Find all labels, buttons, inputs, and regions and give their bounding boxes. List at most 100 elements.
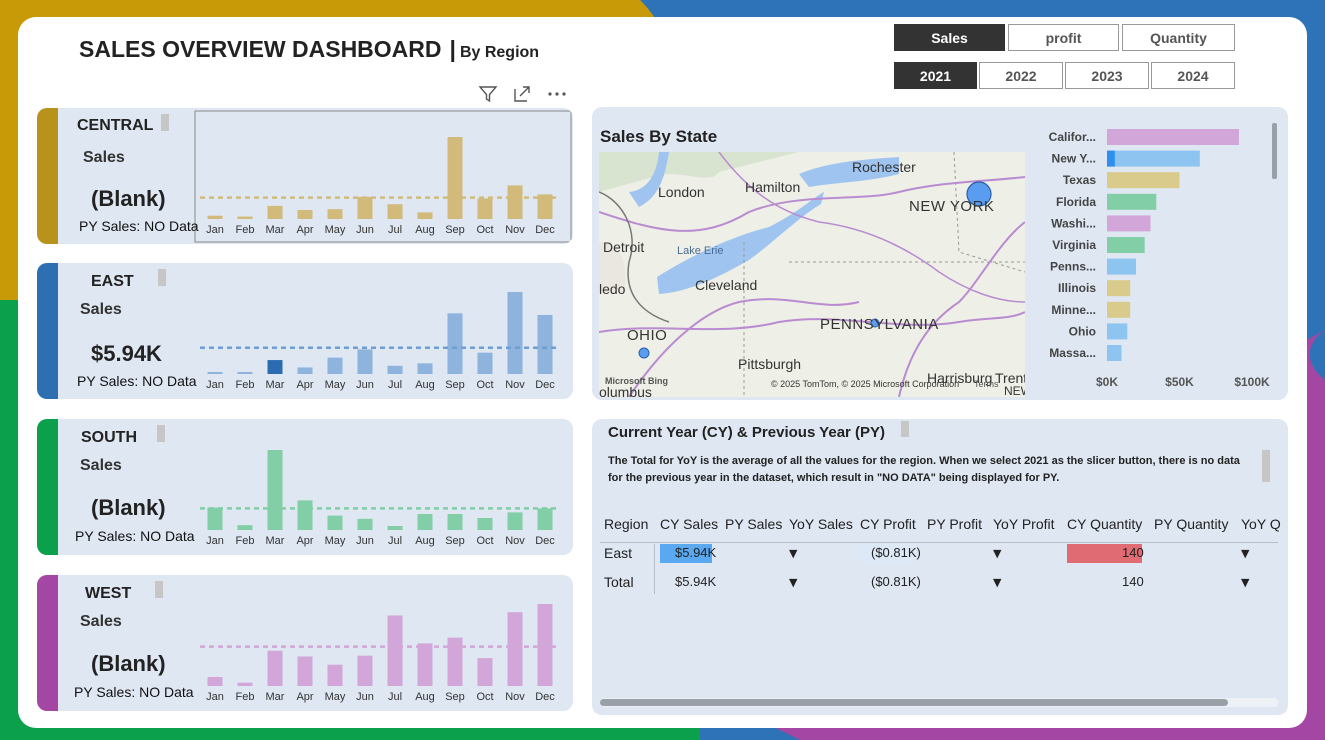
state-bar[interactable] — [1107, 345, 1122, 361]
slicer-button-2022[interactable]: 2022 — [979, 62, 1063, 89]
region-name: EAST — [91, 273, 134, 290]
bar-sep[interactable] — [447, 137, 463, 219]
header-cy-quantity[interactable]: CY Quantity — [1067, 516, 1142, 532]
table-horizontal-scrollbar-thumb[interactable] — [600, 699, 1228, 706]
bar-apr[interactable] — [297, 656, 313, 686]
bar-jun[interactable] — [357, 196, 373, 219]
bar-apr[interactable] — [297, 367, 313, 374]
state-bar[interactable] — [1107, 280, 1131, 297]
bar-feb[interactable] — [237, 525, 253, 530]
bar-jun[interactable] — [357, 518, 373, 530]
chart-scrollbar[interactable] — [1272, 123, 1277, 179]
bar-apr[interactable] — [297, 209, 313, 219]
bar-aug[interactable] — [417, 514, 433, 530]
bar-sep[interactable] — [447, 514, 463, 530]
region-card-south[interactable]: Jan Feb Mar Apr May Jun Jul Aug Sep Oct Nov Dec SOUT… — [37, 419, 573, 555]
region-color-stripe — [37, 575, 58, 711]
bar-aug[interactable] — [417, 212, 433, 219]
header-region[interactable]: Region — [604, 516, 648, 532]
slicer-button-sales[interactable]: Sales — [894, 24, 1005, 51]
title-subtitle: By Region — [459, 44, 540, 61]
bar-dec[interactable] — [537, 314, 553, 374]
bar-mar[interactable] — [267, 360, 283, 374]
bar-mar[interactable] — [267, 450, 283, 530]
slicer-button-quantity[interactable]: Quantity — [1122, 24, 1235, 51]
bar-jul[interactable] — [387, 526, 403, 530]
bar-nov[interactable] — [507, 612, 523, 686]
state-label: Washi... — [1051, 216, 1096, 230]
bar-jan[interactable] — [207, 215, 223, 219]
month-label: Oct — [476, 224, 493, 236]
slicer-button-2023[interactable]: 2023 — [1065, 62, 1149, 89]
bar-oct[interactable] — [477, 352, 493, 374]
bar-may[interactable] — [327, 664, 343, 686]
row-east-region[interactable]: East — [604, 545, 632, 561]
map-label-hamilton: Hamilton — [745, 179, 801, 195]
state-bar[interactable] — [1107, 215, 1151, 232]
bar-jul[interactable] — [387, 615, 403, 686]
row-total-region: Total — [604, 574, 634, 590]
region-card-central[interactable]: Jan Feb Mar Apr May Jun Jul Aug Sep Oct Nov Dec CENT… — [37, 108, 573, 244]
region-card-west[interactable]: Jan Feb Mar Apr May Jun Jul Aug Sep Oct Nov Dec WEST… — [37, 575, 573, 711]
bar-nov[interactable] — [507, 512, 523, 530]
bar-aug[interactable] — [417, 363, 433, 374]
filter-icon[interactable] — [478, 84, 498, 109]
header-cy-profit[interactable]: CY Profit — [860, 516, 916, 532]
bar-mar[interactable] — [267, 205, 283, 219]
bar-nov[interactable] — [507, 292, 523, 374]
row-east-cy-quantity[interactable]: 140 — [1122, 545, 1144, 560]
region-measure-label: Sales — [83, 149, 125, 166]
bar-oct[interactable] — [477, 658, 493, 686]
state-bar[interactable] — [1107, 150, 1200, 167]
bar-jun[interactable] — [357, 655, 373, 686]
sales-map[interactable]: Rochester London Hamilton NEW YORK Detro… — [599, 152, 1025, 397]
bar-mar[interactable] — [267, 650, 283, 686]
region-card-east[interactable]: Jan Feb Mar Apr May Jun Jul Aug Sep Oct Nov Dec EAST… — [37, 263, 573, 399]
state-bar[interactable] — [1107, 129, 1239, 145]
bar-aug[interactable] — [417, 643, 433, 686]
bar-nov[interactable] — [507, 185, 523, 219]
state-bar[interactable] — [1107, 193, 1157, 210]
bar-jul[interactable] — [387, 365, 403, 374]
bar-may[interactable] — [327, 515, 343, 530]
bar-sep[interactable] — [447, 637, 463, 686]
bar-jan[interactable] — [207, 507, 223, 530]
slicer-button-2021[interactable]: 2021 — [894, 62, 977, 89]
header-yoy-profit[interactable]: YoY Profit — [993, 516, 1055, 532]
header-yoy-quantity[interactable]: YoY Q — [1241, 516, 1281, 532]
bar-jun[interactable] — [357, 349, 373, 374]
bar-may[interactable] — [327, 357, 343, 374]
more-options-icon[interactable] — [546, 84, 568, 109]
header-py-profit[interactable]: PY Profit — [927, 516, 982, 532]
bar-oct[interactable] — [477, 198, 493, 220]
title-separator: | — [449, 36, 456, 62]
bar-feb[interactable] — [237, 372, 253, 374]
bar-jan[interactable] — [207, 372, 223, 374]
bar-jan[interactable] — [207, 676, 223, 686]
bar-feb[interactable] — [237, 216, 253, 219]
map-terms-link[interactable]: Terms — [974, 379, 999, 389]
state-bar[interactable] — [1107, 258, 1136, 275]
state-bar[interactable] — [1107, 301, 1131, 318]
bar-jul[interactable] — [387, 204, 403, 219]
state-bar[interactable] — [1107, 172, 1180, 189]
state-bar[interactable] — [1107, 237, 1145, 253]
header-py-quantity[interactable]: PY Quantity — [1154, 516, 1228, 532]
bar-oct[interactable] — [477, 518, 493, 530]
row-east-cy-sales[interactable]: $5.94K — [675, 545, 716, 560]
state-bar[interactable] — [1107, 323, 1128, 340]
focus-mode-icon[interactable] — [512, 84, 532, 109]
bar-sep[interactable] — [447, 313, 463, 374]
bar-dec[interactable] — [537, 604, 553, 686]
header-cy-sales[interactable]: CY Sales — [660, 516, 718, 532]
bar-apr[interactable] — [297, 500, 313, 530]
slicer-button-profit[interactable]: profit — [1008, 24, 1119, 51]
bar-feb[interactable] — [237, 682, 253, 686]
bar-may[interactable] — [327, 209, 343, 219]
slicer-button-2024[interactable]: 2024 — [1151, 62, 1235, 89]
header-py-sales[interactable]: PY Sales — [725, 516, 782, 532]
header-yoy-sales[interactable]: YoY Sales — [789, 516, 853, 532]
bar-dec[interactable] — [537, 508, 553, 530]
row-east-cy-profit[interactable]: ($0.81K) — [871, 545, 921, 560]
month-label: Jun — [356, 379, 374, 391]
